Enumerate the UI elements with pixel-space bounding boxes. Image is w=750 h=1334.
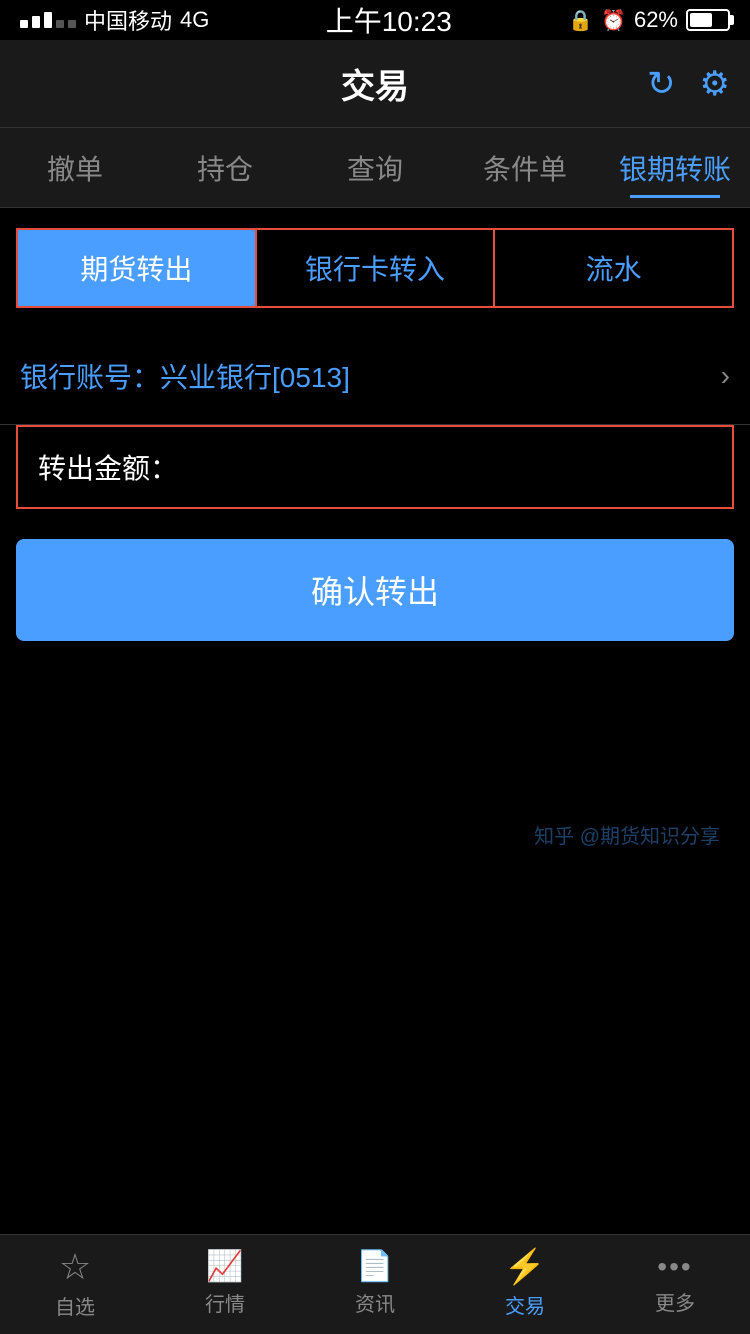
tab-position[interactable]: 持仓 bbox=[150, 138, 300, 198]
watermark: 知乎 @期货知识分享 bbox=[534, 820, 720, 849]
top-tab-bar: 撤单 持仓 查询 条件单 银期转账 bbox=[0, 128, 750, 208]
battery-label: 62% bbox=[634, 7, 678, 33]
battery-indicator bbox=[686, 9, 730, 31]
market-label: 行情 bbox=[205, 1288, 245, 1317]
bank-account-label: 银行账号：兴业银行[0513] bbox=[20, 356, 350, 396]
network-label: 4G bbox=[180, 7, 209, 33]
bottom-nav-favorites[interactable]: ☆ 自选 bbox=[0, 1249, 150, 1320]
sub-tab-bank-in[interactable]: 银行卡转入 bbox=[257, 230, 496, 306]
amount-label: 转出金额： bbox=[38, 447, 178, 487]
bank-account-row[interactable]: 银行账号：兴业银行[0513] › bbox=[0, 328, 750, 425]
carrier-label: 中国移动 bbox=[84, 4, 172, 36]
news-label: 资讯 bbox=[355, 1288, 395, 1317]
tab-transfer[interactable]: 银期转账 bbox=[600, 138, 750, 198]
market-icon: 📈 bbox=[206, 1252, 243, 1282]
favorites-label: 自选 bbox=[55, 1291, 95, 1320]
time-label: 上午10:23 bbox=[326, 0, 452, 40]
bottom-nav: ☆ 自选 📈 行情 📄 资讯 ⚡ 交易 ••• 更多 bbox=[0, 1234, 750, 1334]
nav-header: 交易 ↻ ⚙ bbox=[0, 40, 750, 128]
sub-tabs: 期货转出 银行卡转入 流水 bbox=[16, 228, 734, 308]
trade-label: 交易 bbox=[505, 1290, 545, 1319]
trade-icon: ⚡ bbox=[504, 1250, 546, 1284]
nav-actions: ↻ ⚙ bbox=[647, 64, 730, 104]
bank-account-highlight: [0513] bbox=[272, 362, 350, 393]
sub-tab-history[interactable]: 流水 bbox=[495, 230, 732, 306]
more-icon: ••• bbox=[657, 1253, 692, 1281]
refresh-icon[interactable]: ↻ bbox=[647, 64, 676, 104]
signal-dots bbox=[20, 12, 76, 28]
amount-row: 转出金额： bbox=[16, 425, 734, 509]
tab-cancel[interactable]: 撤单 bbox=[0, 138, 150, 198]
chevron-right-icon: › bbox=[721, 360, 730, 392]
page-title: 交易 bbox=[341, 59, 409, 108]
tab-condition[interactable]: 条件单 bbox=[450, 138, 600, 198]
alarm-icon: ⏰ bbox=[601, 8, 626, 33]
confirm-button[interactable]: 确认转出 bbox=[16, 539, 734, 641]
status-left: 中国移动 4G bbox=[20, 4, 209, 36]
news-icon: 📄 bbox=[356, 1252, 393, 1282]
settings-icon[interactable]: ⚙ bbox=[700, 64, 730, 104]
bottom-nav-market[interactable]: 📈 行情 bbox=[150, 1252, 300, 1317]
status-right: 🔒 ⏰ 62% bbox=[568, 7, 730, 33]
bottom-nav-trade[interactable]: ⚡ 交易 bbox=[450, 1250, 600, 1319]
bottom-nav-news[interactable]: 📄 资讯 bbox=[300, 1252, 450, 1317]
sub-tab-futures-out[interactable]: 期货转出 bbox=[18, 230, 257, 306]
status-bar: 中国移动 4G 上午10:23 🔒 ⏰ 62% bbox=[0, 0, 750, 40]
more-label: 更多 bbox=[655, 1287, 695, 1316]
amount-input[interactable] bbox=[178, 451, 712, 483]
favorites-icon: ☆ bbox=[59, 1249, 91, 1285]
tab-query[interactable]: 查询 bbox=[300, 138, 450, 198]
content-area: 期货转出 银行卡转入 流水 银行账号：兴业银行[0513] › 转出金额： 确认… bbox=[0, 228, 750, 641]
bottom-nav-more[interactable]: ••• 更多 bbox=[600, 1253, 750, 1316]
lock-icon: 🔒 bbox=[568, 8, 593, 33]
